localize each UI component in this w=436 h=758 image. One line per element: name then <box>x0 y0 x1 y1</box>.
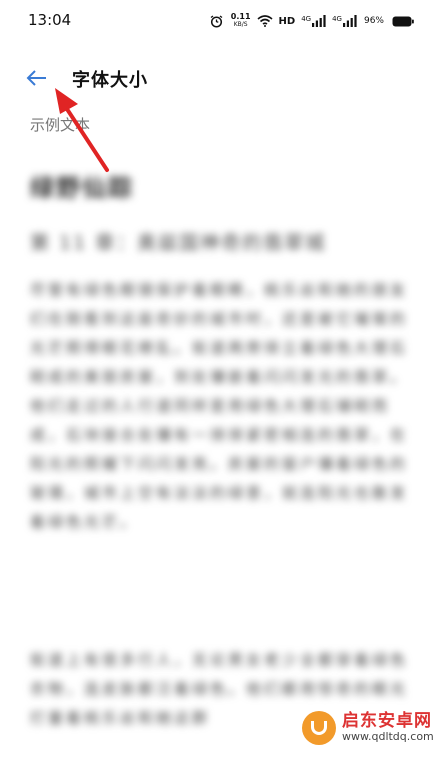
watermark-brand: 启东安卓网 <box>342 711 432 732</box>
sample-paragraph: 尽管有绿色眼镜保护着眼睛，桃乐丝和她的朋友们在刚看到这座奇妙的城市时，还是被它璀… <box>30 281 409 531</box>
sample-subtitle: 第 11 章：奥兹国神奇的翡翠城 <box>30 232 327 254</box>
sample-title: 绿野仙踪 <box>30 174 134 202</box>
signal-2-label: 4G <box>332 15 342 23</box>
watermark-text: 启东安卓网 www.qdltdq.com <box>342 711 434 744</box>
alarm-icon <box>210 14 223 28</box>
sample-text-preview: 绿野仙踪 第 11 章：奥兹国神奇的翡翠城 尽管有绿色眼镜保护着眼睛，桃乐丝和她… <box>0 150 436 758</box>
network-speed: 0.11 KB/S <box>231 13 251 29</box>
hd-label: HD <box>278 15 296 27</box>
signal-icon-2: 4G <box>332 15 357 27</box>
signal-icon-1: 4G <box>301 15 326 27</box>
section-label: 示例文本 <box>30 116 91 134</box>
watermark: 启东安卓网 www.qdltdq.com <box>302 706 434 750</box>
header: 字体大小 <box>0 52 436 102</box>
network-speed-unit: KB/S <box>233 21 248 28</box>
battery-percentage: 96% <box>363 16 384 26</box>
network-speed-value: 0.11 <box>230 12 251 21</box>
signal-1-label: 4G <box>301 15 312 23</box>
watermark-url: www.qdltdq.com <box>342 730 434 744</box>
status-icons: 0.11 KB/S HD 4G 4G 96% <box>210 11 414 31</box>
status-time: 13:04 <box>28 11 72 29</box>
page-title: 字体大小 <box>72 70 148 91</box>
wifi-icon <box>257 15 273 27</box>
watermark-logo-icon <box>302 711 336 745</box>
back-arrow-icon[interactable] <box>24 65 50 91</box>
status-bar: 13:04 0.11 KB/S HD 4G 4G 96% <box>0 0 436 44</box>
battery-icon <box>392 16 414 27</box>
